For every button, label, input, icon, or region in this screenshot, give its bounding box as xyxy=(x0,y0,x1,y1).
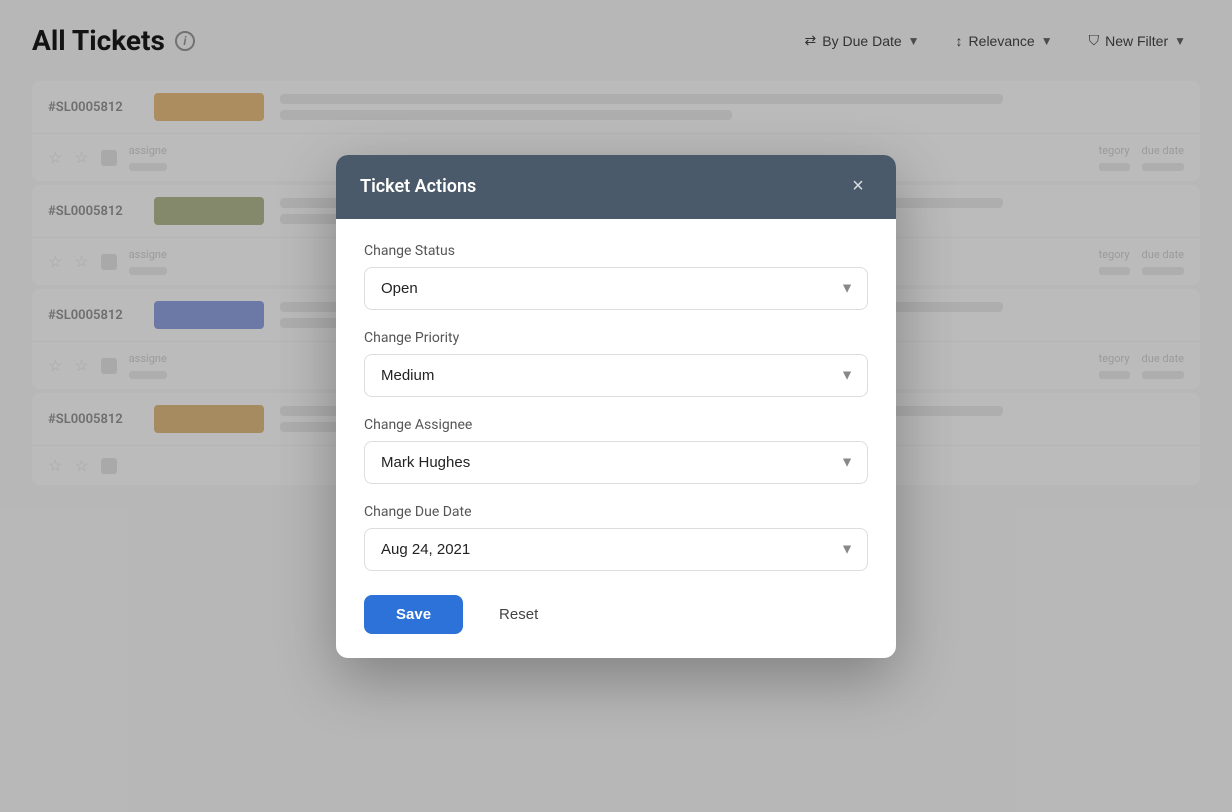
priority-select[interactable]: Low Medium High Critical xyxy=(364,354,868,397)
due-date-select[interactable]: Aug 24, 2021 Sep 1, 2021 Sep 15, 2021 xyxy=(364,528,868,571)
modal-close-button[interactable]: × xyxy=(844,173,872,201)
change-due-date-label: Change Due Date xyxy=(364,504,868,520)
status-select-wrapper: Open Closed Pending ▼ xyxy=(364,267,868,310)
assignee-select[interactable]: Mark Hughes Jane Smith John Doe xyxy=(364,441,868,484)
modal-title: Ticket Actions xyxy=(360,176,476,197)
change-assignee-field: Change Assignee Mark Hughes Jane Smith J… xyxy=(364,417,868,484)
reset-button[interactable]: Reset xyxy=(479,595,558,634)
change-priority-label: Change Priority xyxy=(364,330,868,346)
modal-body: Change Status Open Closed Pending ▼ Chan… xyxy=(336,219,896,595)
save-button[interactable]: Save xyxy=(364,595,463,634)
due-date-select-wrapper: Aug 24, 2021 Sep 1, 2021 Sep 15, 2021 ▼ xyxy=(364,528,868,571)
change-assignee-label: Change Assignee xyxy=(364,417,868,433)
status-select[interactable]: Open Closed Pending xyxy=(364,267,868,310)
modal-overlay: Ticket Actions × Change Status Open Clos… xyxy=(0,0,1232,812)
ticket-actions-modal: Ticket Actions × Change Status Open Clos… xyxy=(336,155,896,658)
priority-select-wrapper: Low Medium High Critical ▼ xyxy=(364,354,868,397)
change-status-field: Change Status Open Closed Pending ▼ xyxy=(364,243,868,310)
assignee-select-wrapper: Mark Hughes Jane Smith John Doe ▼ xyxy=(364,441,868,484)
close-icon: × xyxy=(852,175,864,198)
change-status-label: Change Status xyxy=(364,243,868,259)
change-due-date-field: Change Due Date Aug 24, 2021 Sep 1, 2021… xyxy=(364,504,868,571)
modal-footer: Save Reset xyxy=(336,595,896,658)
change-priority-field: Change Priority Low Medium High Critical… xyxy=(364,330,868,397)
modal-header: Ticket Actions × xyxy=(336,155,896,219)
